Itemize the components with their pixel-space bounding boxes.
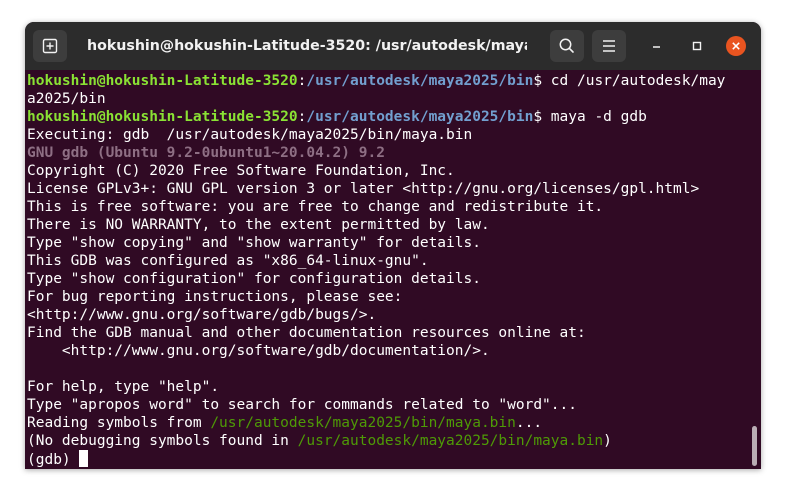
minimize-button[interactable] bbox=[647, 36, 667, 56]
hamburger-menu-icon bbox=[603, 40, 615, 52]
command-text: maya -d gdb bbox=[542, 109, 647, 125]
nodebug-path: /usr/autodesk/maya2025/bin/maya.bin bbox=[297, 433, 604, 449]
close-icon bbox=[726, 36, 746, 56]
command-text: cd /usr/autodesk/may bbox=[542, 73, 726, 89]
nodebug-suffix: ) bbox=[603, 433, 612, 449]
title-bar[interactable]: hokushin@hokushin-Latitude-3520: /usr/au… bbox=[25, 22, 761, 70]
terminal-line: hokushin@hokushin-Latitude-3520:/usr/aut… bbox=[27, 108, 749, 126]
terminal-line: hokushin@hokushin-Latitude-3520:/usr/aut… bbox=[27, 72, 749, 90]
search-icon bbox=[559, 38, 574, 53]
terminal-line: Type "show configuration" for configurat… bbox=[27, 271, 481, 287]
terminal-output[interactable]: hokushin@hokushin-Latitude-3520:/usr/aut… bbox=[25, 70, 761, 469]
reading-path: /usr/autodesk/maya2025/bin/maya.bin bbox=[210, 415, 516, 431]
prompt-user: hokushin@hokushin-Latitude-3520 bbox=[27, 109, 298, 125]
terminal-line: Reading symbols from /usr/autodesk/maya2… bbox=[27, 414, 749, 432]
gdb-prompt: (gdb) bbox=[27, 452, 80, 468]
terminal-line: (No debugging symbols found in /usr/auto… bbox=[27, 432, 749, 450]
close-button[interactable] bbox=[726, 36, 746, 56]
scrollbar-thumb[interactable] bbox=[752, 426, 757, 466]
maximize-icon bbox=[692, 41, 702, 51]
prompt-user: hokushin@hokushin-Latitude-3520 bbox=[27, 73, 298, 89]
command-text-wrap: a2025/bin bbox=[27, 91, 106, 107]
terminal-line: Type "apropos word" to search for comman… bbox=[27, 397, 577, 413]
terminal-line: a2025/bin bbox=[27, 90, 749, 108]
text-cursor bbox=[79, 450, 89, 467]
terminal-line: Find the GDB manual and other documentat… bbox=[27, 325, 586, 341]
menu-button[interactable] bbox=[592, 30, 626, 62]
terminal-window: hokushin@hokushin-Latitude-3520: /usr/au… bbox=[25, 22, 761, 469]
terminal-line: Copyright (C) 2020 Free Software Foundat… bbox=[27, 163, 455, 179]
prompt-dollar: $ bbox=[533, 73, 543, 89]
reading-prefix: Reading symbols from bbox=[27, 415, 211, 431]
maximize-button[interactable] bbox=[687, 36, 707, 56]
terminal-line: This is free software: you are free to c… bbox=[27, 199, 604, 215]
terminal-line: License GPLv3+: GNU GPL version 3 or lat… bbox=[27, 181, 700, 197]
terminal-line: <http://www.gnu.org/software/gdb/bugs/>. bbox=[27, 307, 377, 323]
terminal-line: Type "show copying" and "show warranty" … bbox=[27, 235, 481, 251]
search-button[interactable] bbox=[550, 30, 584, 62]
terminal-line: Executing: gdb /usr/autodesk/maya2025/bi… bbox=[27, 127, 473, 143]
terminal-line: GNU gdb (Ubuntu 9.2-0ubuntu1~20.04.2) 9.… bbox=[27, 145, 385, 161]
prompt-path: /usr/autodesk/maya2025/bin bbox=[306, 109, 534, 125]
terminal-line: This GDB was configured as "x86_64-linux… bbox=[27, 253, 429, 269]
terminal-line: For help, type "help". bbox=[27, 379, 220, 395]
new-tab-icon bbox=[42, 38, 58, 54]
new-tab-button[interactable] bbox=[33, 30, 67, 62]
reading-suffix: ... bbox=[515, 415, 543, 431]
terminal-line: For bug reporting instructions, please s… bbox=[27, 289, 403, 305]
terminal-line: <http://www.gnu.org/software/gdb/documen… bbox=[27, 343, 490, 359]
gdb-prompt-line[interactable]: (gdb) bbox=[27, 450, 749, 468]
window-title: hokushin@hokushin-Latitude-3520: /usr/au… bbox=[87, 38, 527, 54]
prompt-dollar: $ bbox=[533, 109, 543, 125]
terminal-line: There is NO WARRANTY, to the extent perm… bbox=[27, 217, 490, 233]
minimize-icon bbox=[653, 46, 660, 48]
prompt-path: /usr/autodesk/maya2025/bin bbox=[306, 73, 534, 89]
nodebug-prefix: (No debugging symbols found in bbox=[27, 433, 298, 449]
